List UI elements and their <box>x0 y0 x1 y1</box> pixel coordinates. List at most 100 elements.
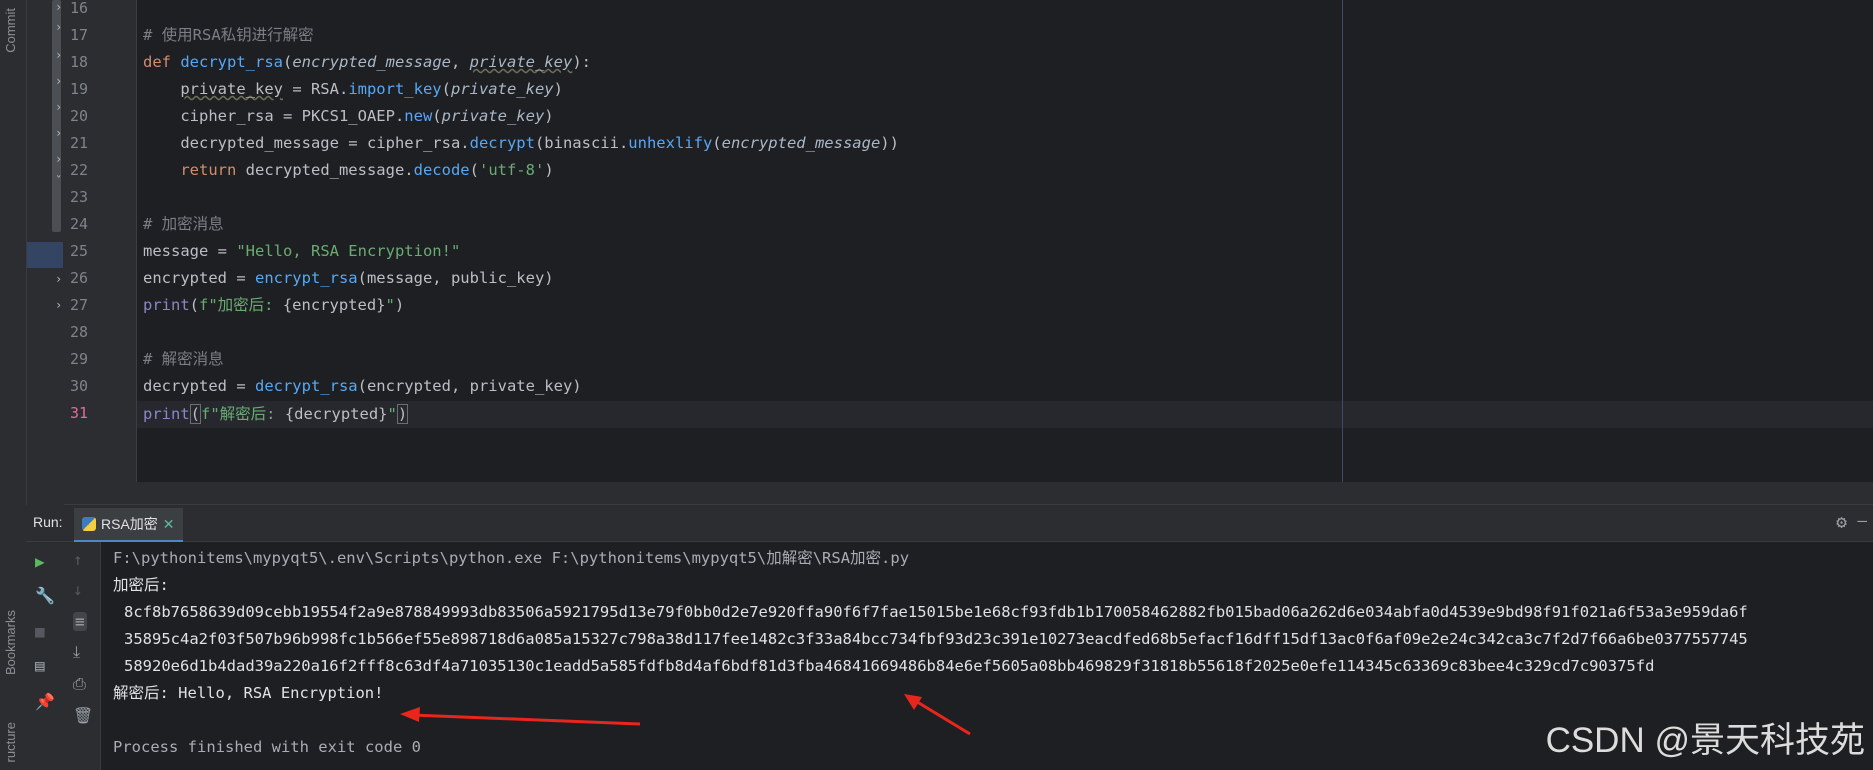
chevron-right-icon[interactable]: › <box>55 74 62 88</box>
line-number: 27 <box>69 296 88 314</box>
line-number: 25 <box>69 242 88 260</box>
chevron-down-icon[interactable]: ˇ <box>55 174 62 188</box>
csdn-watermark: CSDN @景天科技苑 <box>1545 721 1865 760</box>
string-literal: f"加密后: <box>199 296 283 314</box>
right-margin-guide <box>1342 0 1343 482</box>
code-token: decrypted_message. <box>236 161 414 179</box>
code-token: decrypted_message = cipher_rsa. <box>180 134 470 152</box>
method-name: decode <box>413 161 470 179</box>
line-number-current: 31 <box>69 404 88 422</box>
stop-icon[interactable]: ■ <box>35 622 45 641</box>
string-literal: " <box>387 405 397 423</box>
code-line-18: def decrypt_rsa(encrypted_message, priva… <box>143 53 591 71</box>
line-number: 26 <box>69 269 88 287</box>
close-icon[interactable]: ✕ <box>163 516 175 533</box>
line-number-gutter: 16 17 18 19 20 21 22 23 24 25 26 27 28 2… <box>64 0 204 482</box>
code-line-30: decrypted = decrypt_rsa(encrypted, priva… <box>143 373 582 400</box>
bookmarks-tab[interactable]: Bookmarks <box>3 610 18 675</box>
line-number: 23 <box>69 188 88 206</box>
code-line-17: # 使用RSA私钥进行解密 <box>143 22 314 49</box>
chevron-right-icon[interactable]: › <box>55 0 62 14</box>
soft-wrap-icon[interactable]: ≡ <box>73 612 87 631</box>
pin-icon[interactable]: 📌 <box>35 692 55 711</box>
console-hex-line: 8cf8b7658639d09cebb19554f2a9e878849993db… <box>124 603 1748 621</box>
line-number: 22 <box>69 161 88 179</box>
code-token: message = <box>143 242 237 260</box>
method-name: decrypt <box>469 134 535 152</box>
code-line-21: decrypted_message = cipher_rsa.decrypt(b… <box>180 134 899 152</box>
keyword: return <box>180 161 237 179</box>
chevron-right-icon[interactable]: › <box>55 48 62 62</box>
param: private_key <box>450 80 554 98</box>
code-line-19: private_key = RSA.import_key(private_key… <box>180 80 563 98</box>
line-number: 29 <box>69 350 88 368</box>
chevron-right-icon[interactable]: › <box>55 100 62 114</box>
code-token: {decrypted} <box>284 405 388 423</box>
comment: # 加密消息 <box>143 215 224 233</box>
trash-icon[interactable]: 🗑 <box>73 706 93 725</box>
function-call: decrypt_rsa <box>254 377 358 395</box>
comment: # 解密消息 <box>143 350 224 368</box>
left-tool-strip: Commit Bookmarks ructure <box>0 0 27 770</box>
scrollbar-thumb[interactable] <box>52 0 61 232</box>
code-line-20: cipher_rsa = PKCS1_OAEP.new(private_key) <box>180 107 554 125</box>
code-token: binascii. <box>544 134 629 152</box>
python-icon <box>82 517 96 531</box>
run-toolbar: ▶ 🔧 ■ ▤ 📌 <box>26 542 65 770</box>
param: encrypted_message <box>721 134 881 152</box>
commit-tab[interactable]: Commit <box>3 8 18 53</box>
line-highlight-marker <box>27 242 63 268</box>
line-number: 28 <box>69 323 88 341</box>
console-hex-line: 35895c4a2f03f507b96b998fc1b566ef55e89871… <box>124 630 1748 648</box>
scroll-to-end-icon[interactable]: ⤓ <box>73 642 80 662</box>
wrench-icon[interactable]: 🔧 <box>35 586 55 605</box>
param: private_key <box>469 53 573 71</box>
run-label: Run: <box>33 514 63 530</box>
line-number: 20 <box>69 107 88 125</box>
console-hex-line: 58920e6d1b4dad39a220a16f2fff8c63df4a7103… <box>124 657 1655 675</box>
param: private_key <box>441 107 545 125</box>
method-name: unhexlify <box>628 134 713 152</box>
arrow-down-icon[interactable]: ↓ <box>73 580 83 599</box>
minimize-icon[interactable]: – <box>1857 511 1867 530</box>
code-line-22: return decrypted_message.decode('utf-8') <box>180 161 554 179</box>
line-number: 30 <box>69 377 88 395</box>
code-line-26: encrypted = encrypt_rsa(message, public_… <box>143 265 554 292</box>
code-editor[interactable]: # 使用RSA私钥进行解密 def decrypt_rsa(encrypted_… <box>137 0 1873 482</box>
line-number: 17 <box>69 26 88 44</box>
console-decrypted: 解密后: Hello, RSA Encryption! <box>113 684 384 702</box>
arrow-up-icon[interactable]: ↑ <box>73 550 83 569</box>
comment: # 使用RSA私钥进行解密 <box>143 26 314 44</box>
panel-splitter[interactable] <box>64 482 1873 505</box>
code-token: decrypted = <box>143 377 255 395</box>
chevron-right-icon[interactable]: › <box>55 20 62 34</box>
chevron-right-icon[interactable]: › <box>55 298 62 312</box>
code-token: cipher_rsa = PKCS1_OAEP. <box>180 107 405 125</box>
builtin: print <box>143 405 190 423</box>
code-line-24: # 加密消息 <box>143 211 224 238</box>
line-number: 18 <box>69 53 88 71</box>
string-literal: "Hello, RSA Encryption!" <box>236 242 461 260</box>
structure-tab[interactable]: ructure <box>3 722 18 762</box>
code-token: private_key <box>180 80 283 98</box>
run-tab-rsa[interactable]: RSA加密 ✕ <box>74 508 183 542</box>
chevron-right-icon[interactable]: › <box>55 272 62 286</box>
string-literal: f"解密后: <box>201 405 285 423</box>
console-exit: Process finished with exit code 0 <box>113 738 421 756</box>
gear-icon[interactable]: ⚙ <box>1836 512 1847 533</box>
method-name: import_key <box>348 80 442 98</box>
line-number: 21 <box>69 134 88 152</box>
param: encrypted_message <box>292 53 451 71</box>
string-literal: 'utf-8' <box>478 161 545 179</box>
console-command: F:\pythonitems\mypyqt5\.env\Scripts\pyth… <box>113 549 910 567</box>
chevron-right-icon[interactable]: › <box>55 126 62 140</box>
code-line-25: message = "Hello, RSA Encryption!" <box>143 238 460 265</box>
rerun-icon[interactable]: ▶ <box>35 552 45 571</box>
code-line-29: # 解密消息 <box>143 346 224 373</box>
function-call: encrypt_rsa <box>254 269 358 287</box>
line-number: 16 <box>69 0 88 17</box>
print-icon[interactable]: ⎙ <box>73 674 86 694</box>
chevron-right-icon[interactable]: › <box>55 152 62 166</box>
code-line-27: print(f"加密后: {encrypted}") <box>143 296 405 314</box>
layout-icon[interactable]: ▤ <box>35 656 45 675</box>
